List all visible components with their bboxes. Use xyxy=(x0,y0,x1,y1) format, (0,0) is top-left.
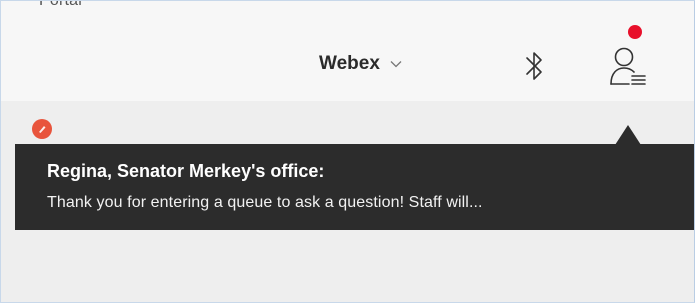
notification-banner[interactable]: Regina, Senator Merkey's office: Thank y… xyxy=(15,144,694,230)
notification-pointer xyxy=(615,125,641,145)
bluetooth-icon[interactable] xyxy=(524,49,544,83)
app-name: Webex xyxy=(319,53,380,74)
status-badge-icon xyxy=(32,119,52,139)
chevron-down-icon xyxy=(390,61,402,68)
app-switcher[interactable]: Webex xyxy=(319,51,402,77)
notification-message: Thank you for entering a queue to ask a … xyxy=(47,194,483,211)
top-bar: Portal Webex xyxy=(1,1,694,101)
notification-title: Regina, Senator Merkey's office: xyxy=(47,161,325,181)
app-window: Portal Webex Regina, Senator Merkey's of xyxy=(0,0,695,303)
profile-menu-icon[interactable] xyxy=(607,29,651,89)
notification-dot xyxy=(628,25,642,39)
clipped-top-text: Portal xyxy=(39,0,82,9)
